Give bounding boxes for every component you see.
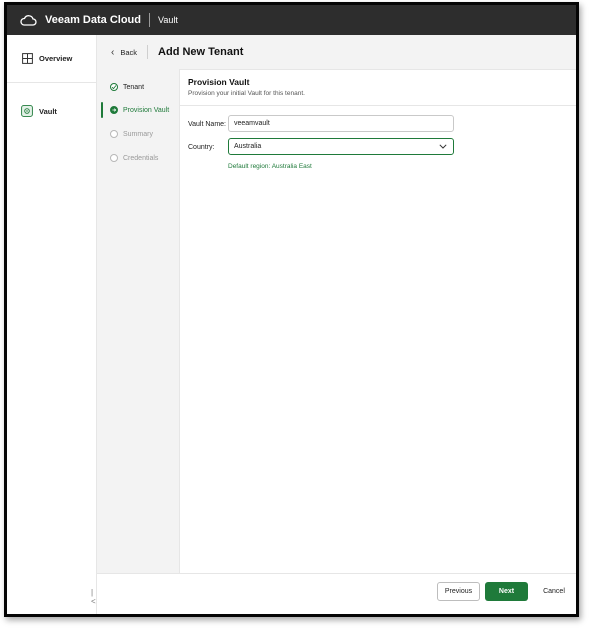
empty-circle-icon: [110, 130, 118, 138]
brand-divider: [148, 13, 150, 27]
vault-icon: [21, 105, 33, 117]
active-step-indicator: [101, 102, 103, 118]
active-step-icon: [110, 106, 118, 114]
app-window: Veeam Data Cloud Vault Overview Vault |<…: [7, 5, 576, 614]
step-label: Tenant: [123, 83, 145, 91]
collapse-sidebar-button[interactable]: |<: [91, 588, 96, 606]
nav-item-overview[interactable]: Overview: [7, 45, 96, 71]
back-label: Back: [120, 47, 138, 57]
check-circle-icon: [110, 83, 118, 91]
nav-divider: [7, 82, 96, 83]
page-title: Add New Tenant: [158, 46, 244, 58]
nav-item-label: Vault: [39, 106, 57, 116]
step-label: Credentials: [123, 154, 159, 162]
step-label: Provision Vault: [123, 106, 170, 114]
panel-header: Provision Vault Provision your initial V…: [180, 70, 576, 106]
step-label: Summary: [123, 130, 153, 138]
header-divider: [147, 45, 149, 59]
nav-item-vault[interactable]: Vault: [7, 98, 96, 124]
step-tenant[interactable]: Tenant: [97, 77, 179, 97]
step-summary[interactable]: Summary: [97, 124, 179, 144]
left-nav: Overview Vault |<: [7, 35, 97, 614]
empty-circle-icon: [110, 154, 118, 162]
nav-item-label: Overview: [39, 53, 73, 63]
cloud-logo-icon: [19, 13, 37, 27]
previous-button[interactable]: Previous: [437, 582, 480, 601]
default-region-hint: Default region: Australia East: [228, 163, 312, 170]
country-label: Country:: [188, 144, 215, 151]
grid-icon: [21, 52, 33, 64]
chevron-down-icon: [439, 142, 447, 151]
brand-name: Veeam Data Cloud: [45, 14, 141, 26]
country-select[interactable]: Australia: [228, 138, 454, 155]
main-content: ‹ Back Add New Tenant Tenant Provision V…: [97, 35, 576, 614]
cancel-button[interactable]: Cancel: [537, 582, 571, 601]
wizard-footer: Previous Next Cancel: [97, 573, 576, 614]
top-bar: Veeam Data Cloud Vault: [7, 5, 576, 35]
panel-subtitle: Provision your initial Vault for this te…: [188, 90, 305, 97]
page-header: ‹ Back Add New Tenant: [97, 35, 576, 69]
provision-vault-panel: Provision Vault Provision your initial V…: [179, 69, 576, 574]
wizard-steps: Tenant Provision Vault Summary Credentia…: [97, 69, 179, 574]
vault-name-label: Vault Name:: [188, 121, 226, 128]
section-name: Vault: [157, 15, 178, 25]
step-credentials[interactable]: Credentials: [97, 148, 179, 168]
panel-title: Provision Vault: [188, 77, 250, 87]
step-provision-vault[interactable]: Provision Vault: [97, 100, 179, 120]
next-button[interactable]: Next: [485, 582, 528, 601]
chevron-left-icon: ‹: [111, 46, 115, 58]
country-value: Australia: [234, 143, 262, 150]
back-button[interactable]: ‹ Back: [111, 47, 137, 58]
vault-name-input[interactable]: veeamvault: [228, 115, 454, 132]
